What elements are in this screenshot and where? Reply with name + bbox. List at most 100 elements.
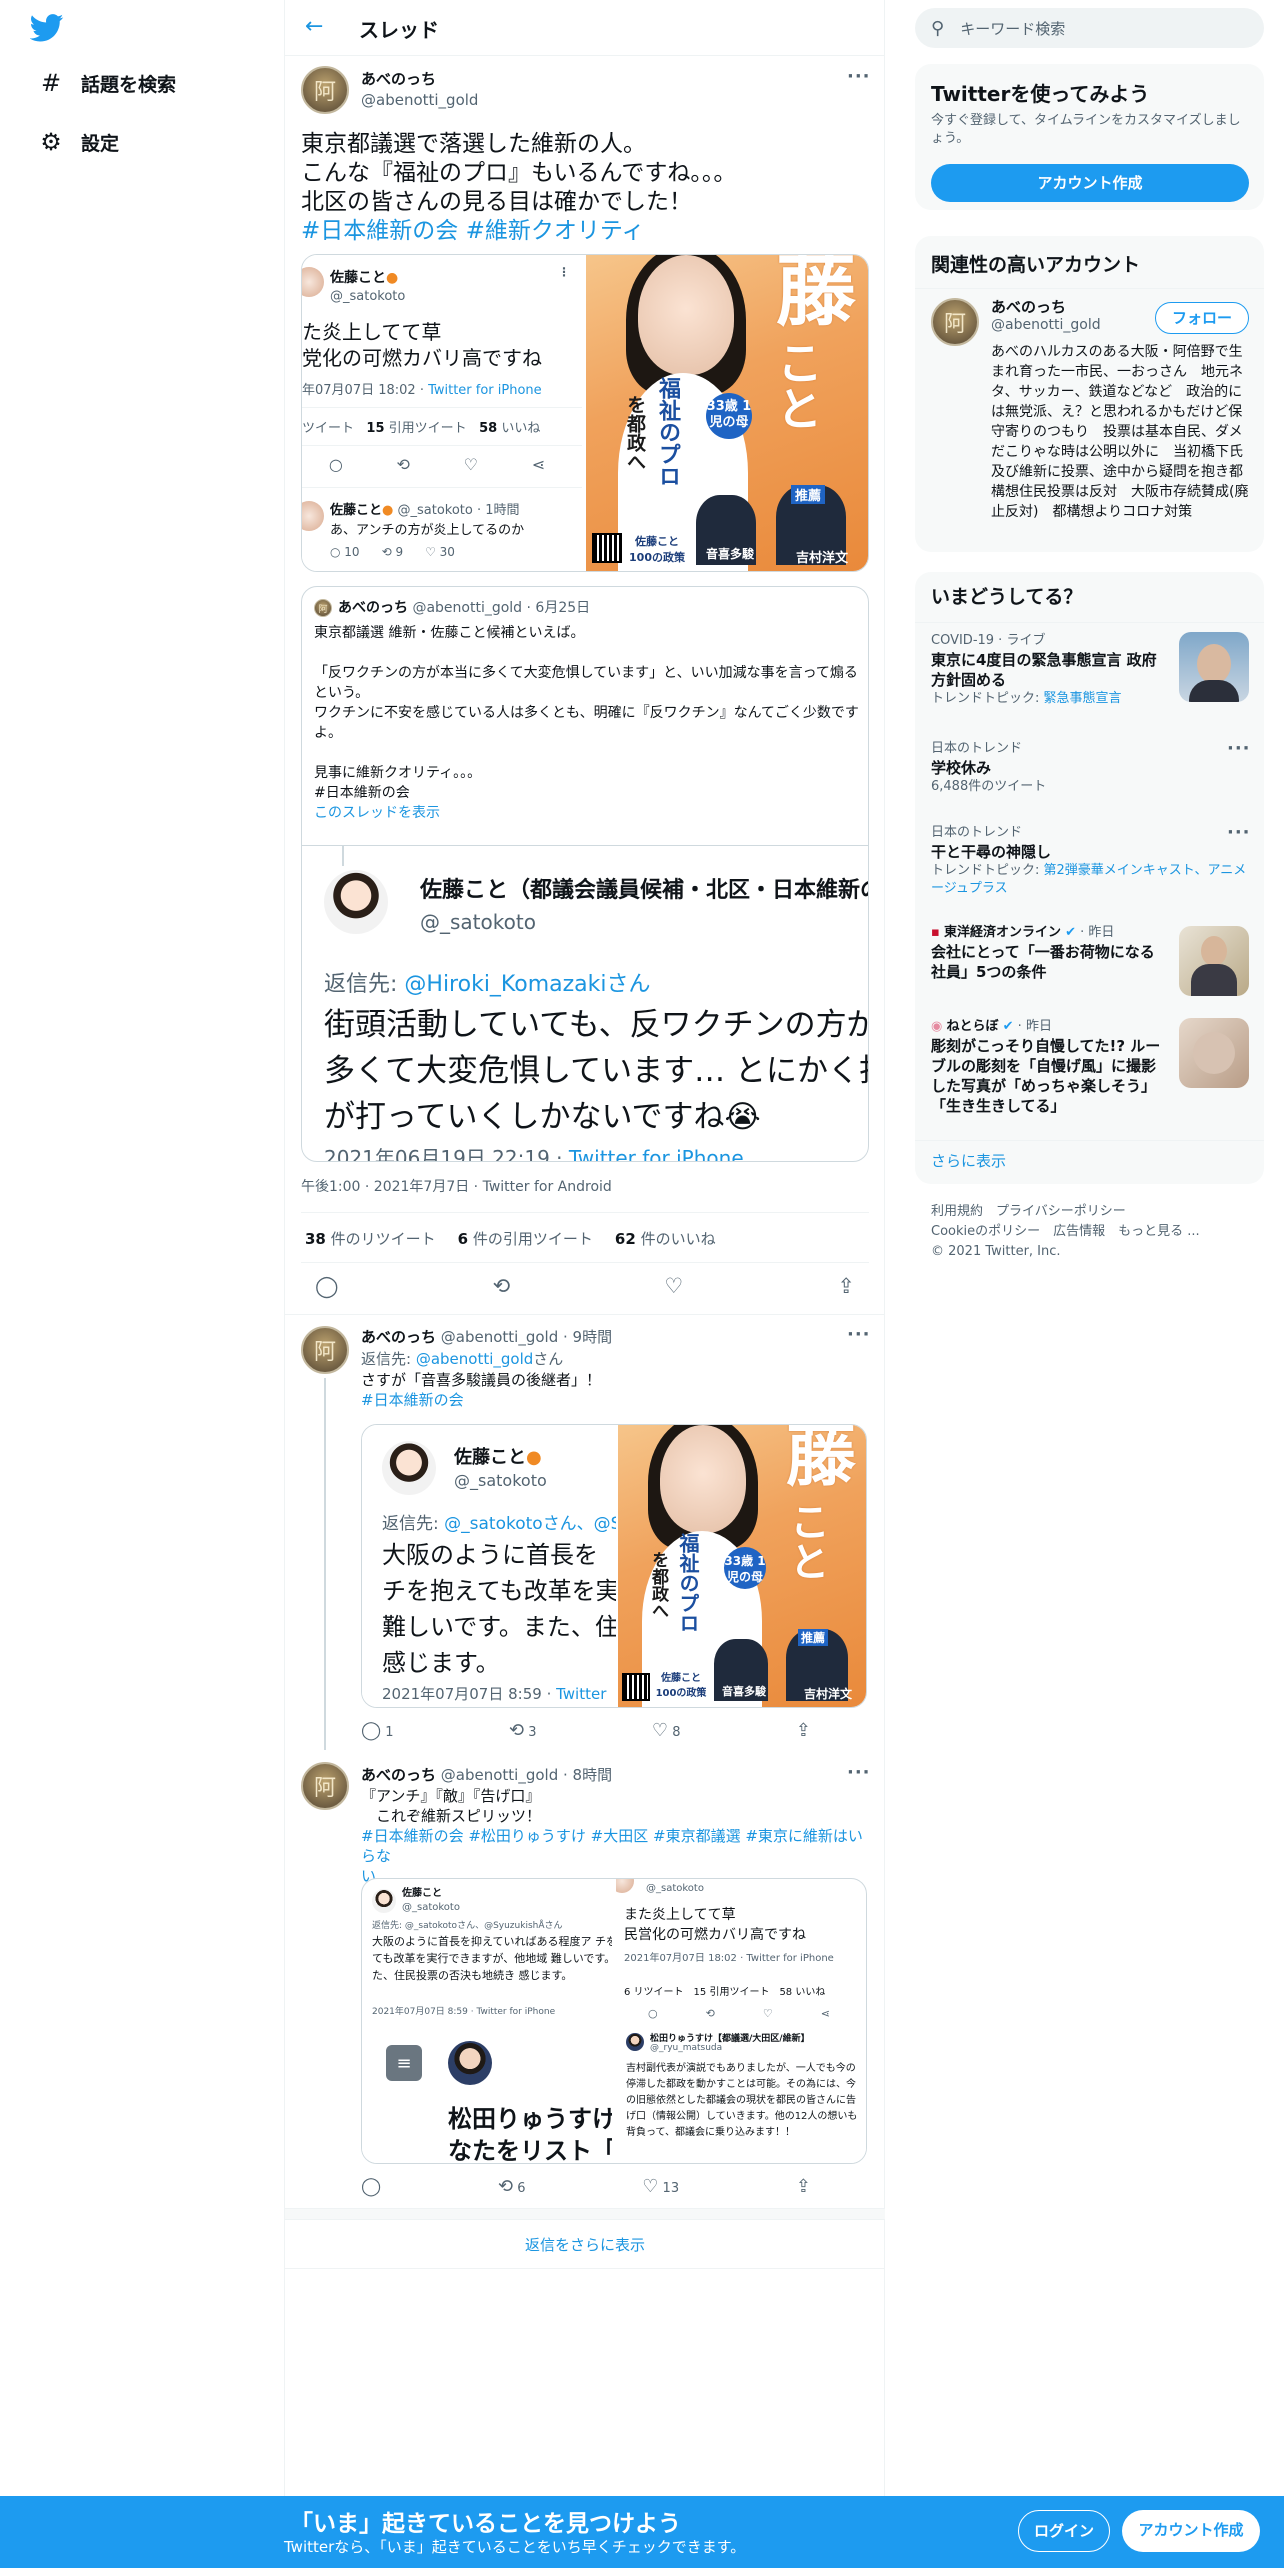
- avatar[interactable]: 阿: [301, 1326, 349, 1374]
- trend-thumbnail[interactable]: [1179, 632, 1249, 702]
- collage-image-1[interactable]: 佐藤こと @_satokoto 返信先: @_satokotoさん、@Syuzu…: [362, 1879, 614, 2021]
- search-input[interactable]: キーワード検索: [960, 18, 1065, 39]
- search-box[interactable]: ⚲ キーワード検索: [915, 8, 1264, 48]
- orange-badge-icon: ●: [386, 270, 399, 286]
- retweet-button[interactable]: ⟲ 3: [509, 1720, 537, 1741]
- quoted-media-screenshot[interactable]: 佐藤こと（都議会議員候補・北区・日本維新の会 @_satokoto 返信先: @…: [302, 845, 868, 1161]
- more-options-icon[interactable]: ···: [1227, 822, 1251, 843]
- share-icon: ⇪: [795, 1720, 811, 1741]
- footer-line[interactable]: 利用規約 プライバシーポリシー: [931, 1202, 1261, 1222]
- reply-media-collage[interactable]: 佐藤こと @_satokoto 返信先: @_satokotoさん、@Syuzu…: [361, 1878, 867, 2164]
- like-icon: ♡: [463, 455, 479, 474]
- share-icon[interactable]: ⇪: [837, 1274, 855, 1298]
- reply-hashtags[interactable]: #日本維新の会 #松田りゅうすけ #大田区 #東京都議選 #東京に維新はいらな: [361, 1826, 871, 1866]
- trend-thumbnail[interactable]: [1179, 1018, 1249, 1088]
- nav-label-settings: 設定: [81, 132, 120, 155]
- quoted-line: 見事に維新クオリティ。。。: [314, 765, 482, 781]
- reply-icon[interactable]: ◯: [315, 1274, 339, 1298]
- divider: [915, 288, 1264, 289]
- inner-reply-user: @Hiroki_Komazakiさん: [404, 972, 651, 997]
- follow-button[interactable]: フォロー: [1155, 302, 1249, 334]
- tweet-timestamp[interactable]: 午後1:00 · 2021年7月7日 · Twitter for Android: [301, 1176, 612, 1196]
- more-options-icon[interactable]: ···: [1227, 738, 1251, 759]
- collage-a-date: 2021年07月07日 8:59 · Twitter for iPhone: [372, 2007, 556, 2017]
- collage-b-handle: @_satokoto: [646, 1883, 704, 1894]
- like-button[interactable]: ♡ 13: [642, 2176, 679, 2197]
- campaign-poster-image[interactable]: 藤 こと 福祉のプロ を都政へ 33歳 1児の母 推薦 音喜多駿 吉村洋文 佐藤…: [618, 1425, 866, 1707]
- related-handle[interactable]: @abenotti_gold: [991, 317, 1101, 333]
- login-button[interactable]: ログイン: [1018, 2510, 1110, 2552]
- nav-item-explore[interactable]: # 話題を検索: [36, 63, 176, 103]
- share-button[interactable]: ⇪: [796, 2176, 811, 2197]
- reply-name[interactable]: あべのっち: [361, 1328, 436, 1346]
- nav-item-settings[interactable]: ⚙ 設定: [36, 122, 119, 162]
- retweet-icon[interactable]: ⟲: [493, 1274, 511, 1298]
- reply-to-user[interactable]: @abenotti_gold: [416, 1350, 533, 1368]
- show-more-replies[interactable]: 返信をさらに表示: [285, 2222, 885, 2268]
- reply-count: 1: [385, 1725, 394, 1740]
- signup-button[interactable]: アカウント作成: [931, 164, 1249, 202]
- document-icon: ≡: [386, 2045, 422, 2081]
- reply-name[interactable]: あべのっち: [361, 1766, 436, 1784]
- footer-line[interactable]: Cookieのポリシー 広告情報 もっと見る ...: [931, 1222, 1261, 1242]
- poster-qr-code: [592, 533, 622, 563]
- share-button[interactable]: ⇪: [796, 1720, 811, 1741]
- collage-image-4[interactable]: 松田りゅうすけ【都議選/大田区/維新】 @_ryu_matsuda 吉村副代表が…: [616, 2023, 866, 2163]
- retweet-count: ⟲ 9: [381, 545, 404, 559]
- author-name[interactable]: あべのっち: [361, 68, 478, 89]
- trend-item[interactable]: ▪ 東洋経済オンライン ✔ · 昨日 会社にとって「一番お荷物になる社員」5つの…: [931, 924, 1161, 982]
- more-options-icon[interactable]: ···: [847, 1324, 871, 1345]
- retweet-stat[interactable]: 38 件のリツイート: [305, 1228, 436, 1249]
- twitter-logo-icon[interactable]: [29, 14, 64, 42]
- tweet-hashtags[interactable]: #日本維新の会 #維新クオリティ: [301, 217, 871, 246]
- like-icon[interactable]: ♡: [664, 1274, 683, 1298]
- like-count: 8: [672, 1725, 681, 1740]
- reply-icon: ◯: [361, 2176, 382, 2197]
- retweet-count: 6: [517, 2181, 526, 2196]
- avatar: 阿: [314, 599, 332, 617]
- campaign-poster-image[interactable]: 藤 こと 福祉のプロ を都政へ 33歳 1児の母 推薦 音喜多駿 吉村洋文 佐藤…: [586, 255, 868, 571]
- reply-media[interactable]: 佐藤こと● @_satokoto 返信先: @_satokotoさん、@Sy 大…: [361, 1424, 867, 1708]
- related-name[interactable]: あべのっち: [991, 296, 1101, 317]
- trend-item[interactable]: 日本のトレンド 学校休み 6,488件のツイート: [931, 740, 1231, 796]
- divider: [301, 1262, 869, 1263]
- more-options-icon[interactable]: ···: [847, 66, 871, 87]
- quote-stat[interactable]: 6 件の引用ツイート: [458, 1228, 593, 1249]
- quoted-tweet[interactable]: 阿 あべのっち @abenotti_gold · 6月25日 東京都議選 維新・…: [301, 586, 869, 1162]
- poster-badge: 33歳 1児の母: [706, 393, 752, 439]
- trend-item[interactable]: COVID-19 · ライブ 東京に4度目の緊急事態宣言 政府方針固める トレン…: [931, 632, 1161, 708]
- embed-qt-label: 引用ツイート: [388, 421, 467, 436]
- quoted-line: 東京都議選 維新・佐藤こと候補といえば。: [314, 625, 585, 641]
- collage-image-2[interactable]: @_satokoto また炎上してて草 民営化の可燃カバリ高ですね 2021年0…: [616, 1879, 866, 2021]
- trend-thumbnail[interactable]: [1179, 926, 1249, 996]
- tweet-media[interactable]: 佐藤こと● @_satokoto ⋮ た炎上してて草 党化の可燃カバリ高ですね …: [301, 254, 869, 572]
- embed-text: 大阪のように首長を チを抱えても改革を実 難しいです。また、住 感じます。: [382, 1537, 616, 1681]
- screenshot-image[interactable]: 佐藤こと● @_satokoto ⋮ た炎上してて草 党化の可燃カバリ高ですね …: [302, 255, 584, 571]
- embed-reply-counts: ○ 10 ⟲ 9 ♡ 30: [330, 545, 455, 559]
- collage-image-3[interactable]: ≡ 松田りゅうすけ なたをリスト「: [362, 2023, 614, 2163]
- show-thread-link[interactable]: このスレッドを表示: [314, 803, 862, 823]
- reply-button[interactable]: ◯ 1: [361, 1720, 394, 1741]
- author-handle[interactable]: @abenotti_gold: [361, 91, 478, 109]
- like-stat[interactable]: 62 件のいいね: [615, 1228, 716, 1249]
- like-button[interactable]: ♡ 8: [652, 1720, 681, 1741]
- show-more-trends[interactable]: さらに表示: [931, 1150, 1006, 1171]
- reply-button[interactable]: ◯: [361, 2176, 381, 2197]
- more-options-icon[interactable]: ···: [847, 1762, 871, 1783]
- retweet-button[interactable]: ⟲ 6: [498, 2176, 526, 2197]
- avatar[interactable]: 阿: [301, 66, 349, 114]
- embed-author: 佐藤こと●: [454, 1443, 542, 1469]
- trend-item[interactable]: 日本のトレンド 干と干尋の神隠し トレンドトピック: 第2弾豪華メインキャスト、…: [931, 824, 1251, 898]
- embed-reply-label: 返信先:: [382, 1514, 445, 1534]
- bottom-subtitle: Twitterなら、「いま」起きていることをいち早くチェックできます。: [284, 2538, 746, 2556]
- trend-topic-link[interactable]: 緊急事態宣言: [1044, 691, 1122, 706]
- trend-item[interactable]: ◉ ねとらぼ ✔ · 昨日 彫刻がこっそり自慢してた!? ルーブルの彫刻を「自慢…: [931, 1018, 1161, 1116]
- inner-handle: @_satokoto: [420, 910, 536, 934]
- reply-line: さすが「音喜多駿議員の後継者」！: [361, 1371, 602, 1389]
- avatar[interactable]: 阿: [931, 298, 979, 346]
- screenshot-image[interactable]: 佐藤こと● @_satokoto 返信先: @_satokotoさん、@Sy 大…: [362, 1425, 616, 1707]
- back-arrow-icon[interactable]: ←: [305, 14, 323, 39]
- signup-button[interactable]: アカウント作成: [1122, 2510, 1260, 2552]
- reply-hashtag[interactable]: #日本維新の会: [361, 1390, 601, 1410]
- avatar[interactable]: 阿: [301, 1762, 349, 1810]
